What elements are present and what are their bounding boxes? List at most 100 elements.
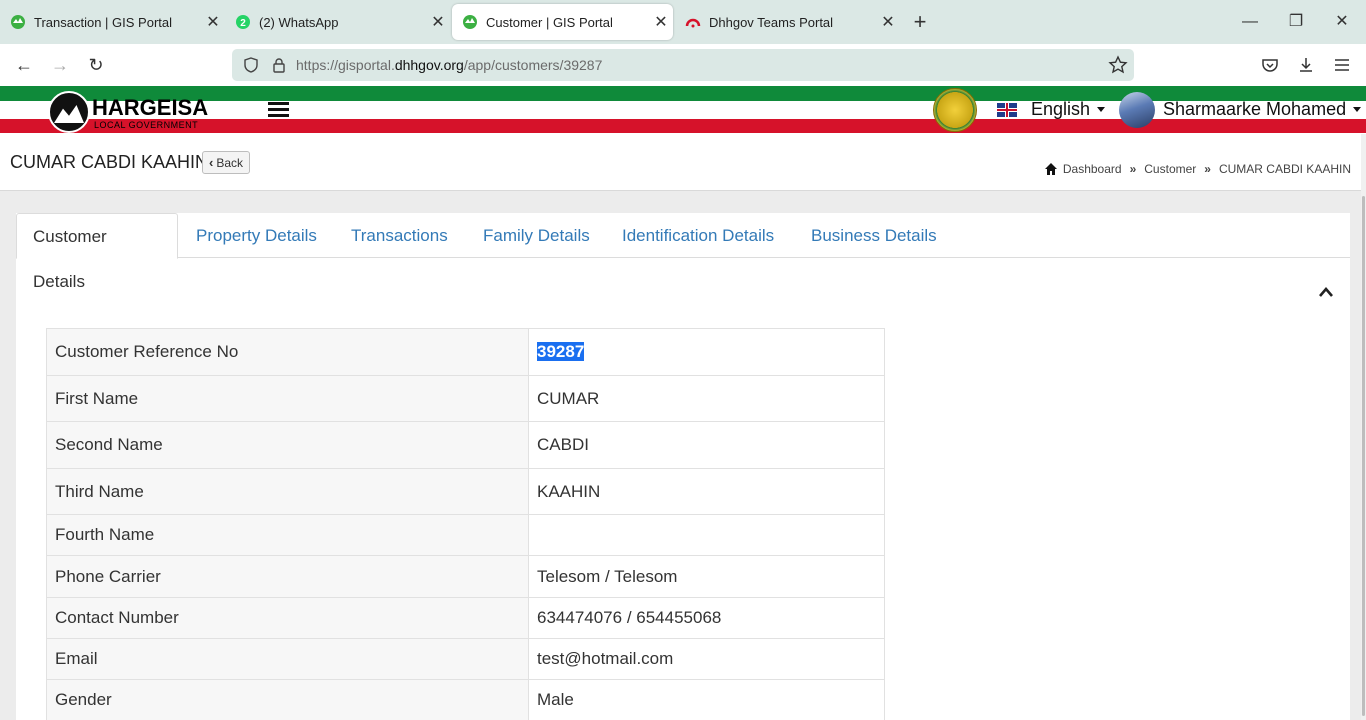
back-arrow-icon[interactable]: ←	[10, 52, 38, 78]
table-row: Fourth Name	[46, 514, 885, 556]
tab-transactions[interactable]: Transactions	[335, 213, 464, 258]
government-emblem-icon	[933, 88, 977, 132]
forward-arrow-icon[interactable]: →	[46, 52, 74, 78]
shield-icon[interactable]	[240, 57, 262, 73]
language-dropdown[interactable]: English	[1031, 99, 1106, 120]
close-icon[interactable]: ✕	[876, 12, 900, 32]
chevron-up-icon[interactable]	[1318, 285, 1334, 297]
close-window-icon[interactable]: ✕	[1322, 8, 1362, 36]
logo-subtext: LOCAL GOVERNMENT	[94, 120, 199, 130]
table-row: Gender Male	[46, 679, 885, 720]
caret-down-icon	[1353, 107, 1362, 112]
uk-flag-icon	[997, 103, 1017, 117]
table-row: First Name CUMAR	[46, 375, 885, 422]
restore-icon[interactable]: ❐	[1276, 8, 1316, 36]
tab-identification-details[interactable]: Identification Details	[606, 213, 790, 258]
row-value: KAAHIN	[528, 468, 885, 515]
close-icon[interactable]: ✕	[201, 12, 225, 32]
download-icon[interactable]	[1294, 53, 1318, 77]
browser-tab-title: Customer | GIS Portal	[486, 14, 613, 30]
app-header: HARGEISA LOCAL GOVERNMENT English Sharma…	[0, 86, 1366, 134]
back-button[interactable]: ‹ Back	[202, 151, 251, 174]
home-icon	[1044, 162, 1058, 176]
close-icon[interactable]: ✕	[649, 12, 673, 32]
minimize-icon[interactable]: —	[1230, 8, 1270, 36]
scrollbar-thumb[interactable]	[1362, 196, 1365, 716]
breadcrumb-item-current: CUMAR CABDI KAAHIN	[1218, 162, 1351, 176]
hamburger-menu-icon[interactable]	[268, 102, 289, 118]
caret-down-icon	[1097, 107, 1106, 112]
tab-family-details[interactable]: Family Details	[467, 213, 606, 258]
breadcrumb-separator: »	[1129, 162, 1137, 176]
page-title: CUMAR CABDI KAAHIN	[10, 152, 209, 172]
page-scrollbar[interactable]	[1361, 134, 1366, 720]
logo-text: HARGEISA	[92, 95, 209, 120]
menu-icon[interactable]	[1330, 53, 1354, 77]
row-label: Customer Reference No	[46, 328, 529, 376]
whatsapp-badge: 2	[240, 18, 246, 29]
row-label: Third Name	[46, 468, 529, 515]
hargeisa-logo[interactable]: HARGEISA LOCAL GOVERNMENT	[48, 91, 208, 133]
user-name: Sharmaarke Mohamed	[1163, 99, 1347, 119]
breadcrumb-item-dashboard[interactable]: Dashboard	[1063, 162, 1122, 176]
bookmark-star-icon[interactable]	[1108, 55, 1128, 75]
table-row: Contact Number 634474076 / 654455068	[46, 597, 885, 639]
gis-portal-icon	[462, 14, 478, 30]
tab-customer-details[interactable]: Customer Details	[16, 213, 178, 291]
browser-toolbar: ← → ↻ https://gisportal.dhhgov.org/app/c…	[0, 44, 1366, 86]
row-label: First Name	[46, 375, 529, 422]
close-icon[interactable]: ✕	[426, 12, 450, 32]
avatar[interactable]	[1119, 92, 1155, 128]
url-text: https://gisportal.dhhgov.org/app/custome…	[296, 57, 603, 73]
row-label: Fourth Name	[46, 514, 529, 556]
logo-mark	[48, 91, 90, 133]
row-value: Telesom / Telesom	[528, 555, 885, 598]
row-value: 39287	[528, 328, 885, 376]
teams-portal-icon	[685, 14, 701, 30]
detail-tabs: Customer Details Property Details Transa…	[16, 213, 1350, 291]
browser-tab[interactable]: Dhhgov Teams Portal ✕	[675, 0, 900, 44]
back-button-label: Back	[216, 155, 244, 170]
customer-reference-value: 39287	[537, 342, 585, 361]
browser-tab-strip: Transaction | GIS Portal ✕ 2 (2) WhatsAp…	[0, 0, 1366, 44]
row-value	[528, 514, 885, 556]
row-value: Male	[528, 679, 885, 720]
row-value: 634474076 / 654455068	[528, 597, 885, 639]
row-label: Contact Number	[46, 597, 529, 639]
new-tab-icon[interactable]: +	[906, 8, 934, 36]
customer-details-table: Customer Reference No 39287 First Name C…	[46, 328, 885, 720]
breadcrumb-item-customer[interactable]: Customer	[1144, 162, 1196, 176]
reload-icon[interactable]: ↻	[82, 52, 110, 78]
table-row: Second Name CABDI	[46, 421, 885, 469]
table-row: Customer Reference No 39287	[46, 328, 885, 376]
browser-tab[interactable]: Transaction | GIS Portal ✕	[0, 0, 225, 44]
page-header: CUMAR CABDI KAAHIN ‹ Back Dashboard » Cu…	[0, 134, 1366, 191]
breadcrumb-separator: »	[1204, 162, 1211, 176]
row-value: CUMAR	[528, 375, 885, 422]
browser-tab-title: Dhhgov Teams Portal	[709, 14, 834, 30]
customer-box: Customer Details Property Details Transa…	[16, 213, 1350, 720]
breadcrumb: Dashboard » Customer » CUMAR CABDI KAAHI…	[1044, 162, 1351, 176]
pocket-icon[interactable]	[1258, 53, 1282, 77]
table-row: Third Name KAAHIN	[46, 468, 885, 515]
row-value: test@hotmail.com	[528, 638, 885, 680]
row-label: Email	[46, 638, 529, 680]
chevron-left-icon: ‹	[209, 155, 214, 170]
whatsapp-icon: 2	[235, 14, 251, 30]
browser-tab[interactable]: 2 (2) WhatsApp ✕	[225, 0, 450, 44]
browser-tab-title: Transaction | GIS Portal	[34, 14, 173, 30]
lock-icon[interactable]	[268, 57, 290, 73]
tab-business-details[interactable]: Business Details	[795, 213, 953, 258]
row-label: Second Name	[46, 421, 529, 469]
address-bar[interactable]: https://gisportal.dhhgov.org/app/custome…	[232, 49, 1134, 81]
browser-tab-title: (2) WhatsApp	[259, 14, 339, 30]
tab-property-details[interactable]: Property Details	[180, 213, 333, 258]
row-label: Phone Carrier	[46, 555, 529, 598]
table-row: Email test@hotmail.com	[46, 638, 885, 680]
user-menu-dropdown[interactable]: Sharmaarke Mohamed	[1163, 99, 1362, 120]
browser-tab-active[interactable]: Customer | GIS Portal ✕	[452, 4, 673, 40]
row-label: Gender	[46, 679, 529, 720]
row-value: CABDI	[528, 421, 885, 469]
language-label: English	[1031, 99, 1091, 119]
table-row: Phone Carrier Telesom / Telesom	[46, 555, 885, 598]
